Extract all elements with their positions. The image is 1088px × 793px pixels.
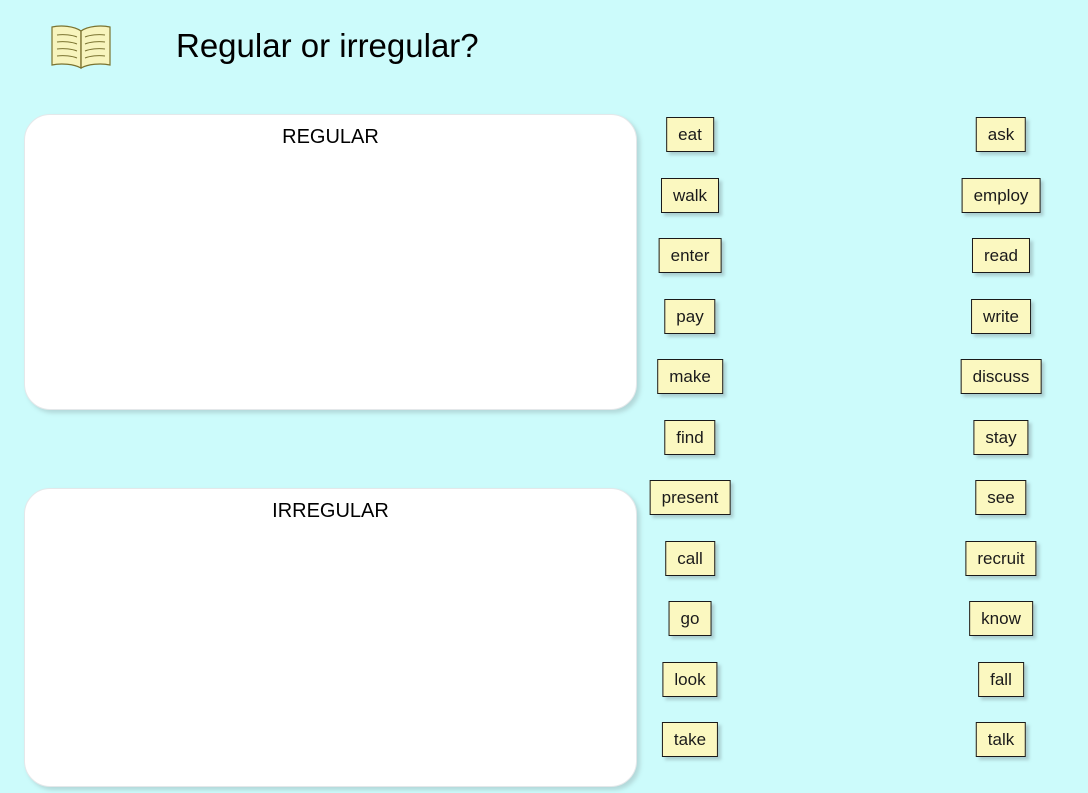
word-tile-look[interactable]: look [662,662,718,697]
word-tile-enter[interactable]: enter [658,238,722,273]
word-tile-fall[interactable]: fall [978,662,1024,697]
word-tile-make[interactable]: make [657,359,723,394]
word-tile-know[interactable]: know [969,601,1033,636]
word-tile-walk[interactable]: walk [660,178,720,213]
word-tile-eat[interactable]: eat [666,117,714,152]
word-tile-stay[interactable]: stay [973,420,1029,455]
word-tile-pay[interactable]: pay [664,299,716,334]
word-tile-call[interactable]: call [665,541,715,576]
drop-zone-regular[interactable]: REGULAR [24,114,637,410]
word-tile-ask[interactable]: ask [975,117,1027,152]
word-tile-write[interactable]: write [971,299,1031,334]
open-book-icon [48,24,114,70]
word-tile-take[interactable]: take [661,722,719,757]
word-tile-recruit[interactable]: recruit [965,541,1037,576]
drop-zone-irregular-label: IRREGULAR [272,500,389,522]
drop-zone-regular-label: REGULAR [282,126,379,148]
word-tile-discuss[interactable]: discuss [960,359,1042,394]
word-tile-talk[interactable]: talk [975,722,1027,757]
page-title: Regular or irregular? [176,27,479,64]
drop-zone-irregular[interactable]: IRREGULAR [24,488,637,787]
word-tile-present[interactable]: present [649,480,731,515]
word-tile-find[interactable]: find [664,420,716,455]
word-tile-employ[interactable]: employ [961,178,1041,213]
page-header: Regular or irregular? [0,0,1088,96]
word-tile-see[interactable]: see [975,480,1027,515]
word-tile-go[interactable]: go [668,601,712,636]
word-tile-read[interactable]: read [971,238,1031,273]
